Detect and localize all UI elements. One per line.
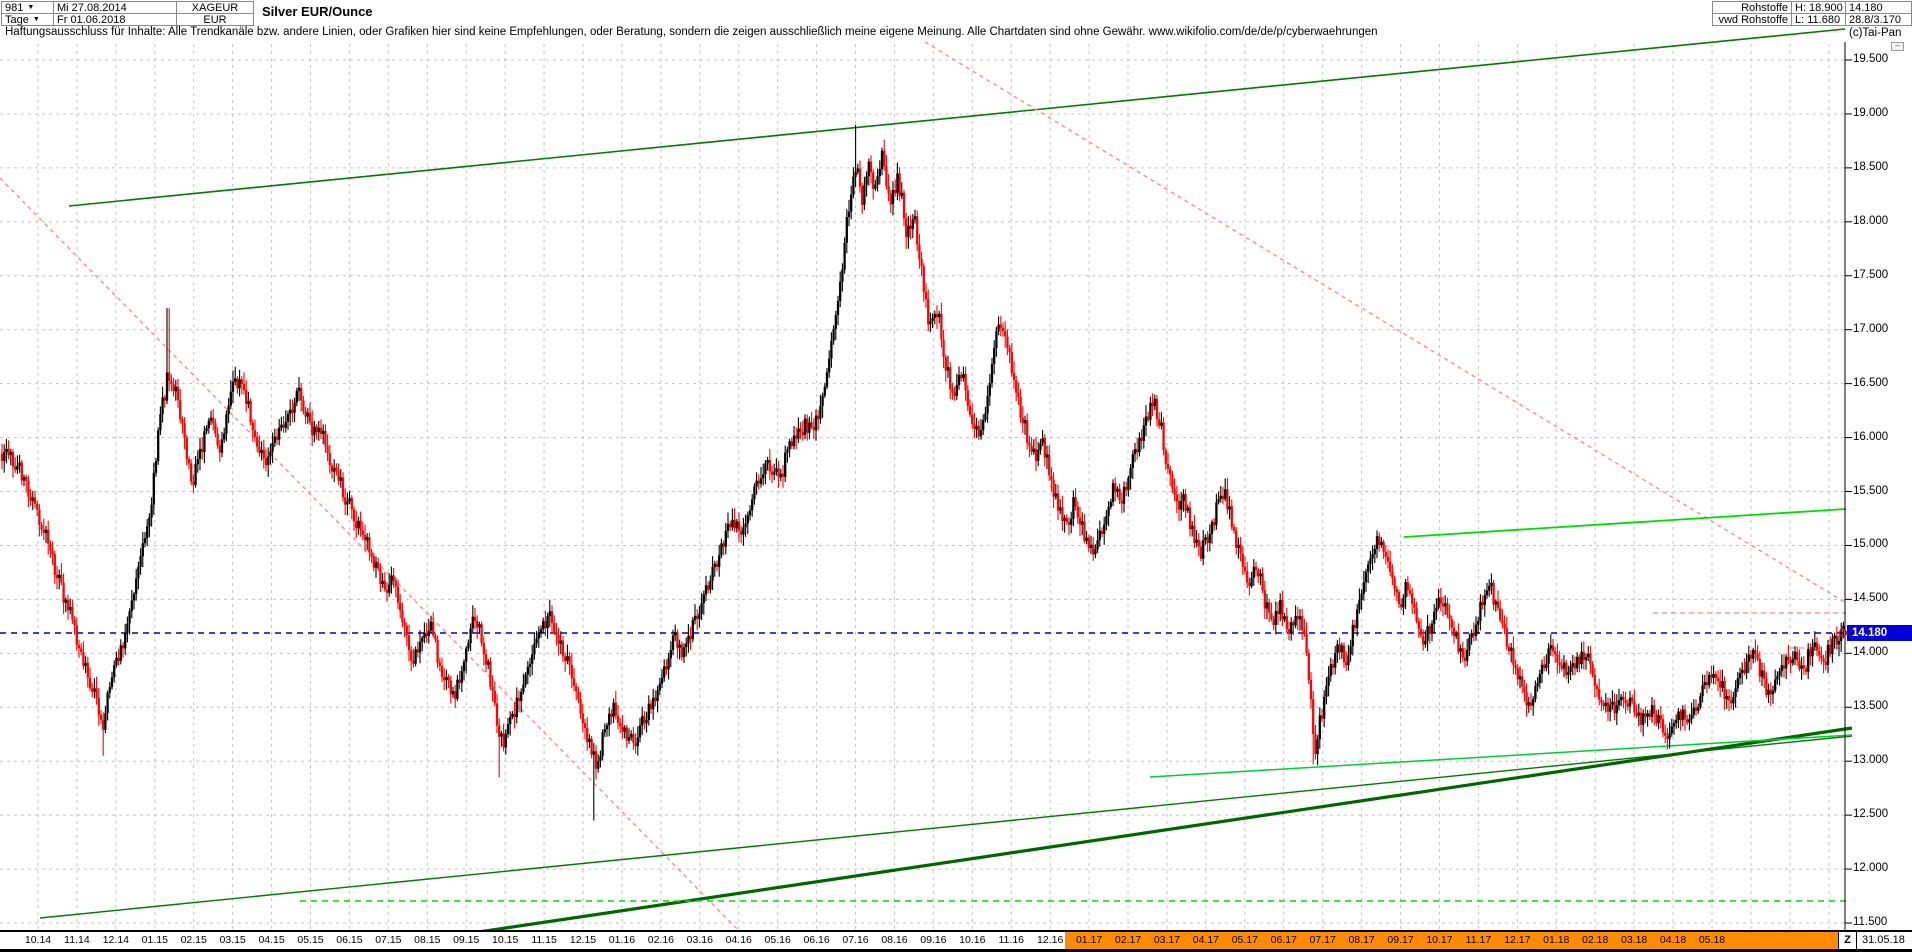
end-date-label: 31.05.18 (1862, 934, 1905, 946)
y-axis-label: 11.500 (1853, 916, 1888, 928)
price-chart[interactable] (0, 0, 1912, 952)
x-axis-label: 03.15 (219, 934, 246, 946)
x-axis-label: 06.15 (336, 934, 363, 946)
y-axis-label: 13.500 (1853, 700, 1889, 713)
y-axis-label: 19.500 (1853, 53, 1889, 65)
downtrend-line-1 (0, 177, 741, 933)
y-axis-label: 19.000 (1853, 106, 1889, 119)
x-axis-label: 04.17 (1192, 934, 1220, 946)
x-axis-label: 08.17 (1348, 934, 1375, 946)
x-axis-label: 09.16 (920, 934, 947, 946)
x-axis-label: 02.18 (1582, 934, 1609, 946)
lower-channel-thin (39, 735, 1853, 919)
x-axis-label: 10.15 (492, 934, 519, 946)
zoom-button[interactable]: Z (1838, 932, 1857, 949)
x-axis-label: 11.15 (531, 934, 557, 946)
last-price-tag: 14.180 (1847, 625, 1912, 641)
y-axis-label: 17.500 (1853, 268, 1889, 281)
x-axis-label: 09.17 (1387, 934, 1414, 946)
x-axis-label: 12.17 (1504, 934, 1531, 946)
x-axis-label: 09.15 (453, 934, 480, 946)
x-axis-label: 11.17 (1465, 934, 1492, 946)
x-axis-label: 05.15 (297, 934, 324, 946)
up-candle-wicks (3, 124, 1844, 821)
x-axis-label: 05.16 (764, 934, 791, 946)
x-axis-label: 07.16 (842, 934, 869, 946)
x-axis-label: 01.15 (141, 934, 168, 946)
y-axis-label: 14.500 (1853, 592, 1889, 605)
y-axis-label: 16.500 (1853, 376, 1889, 389)
x-axis-label: 01.18 (1543, 934, 1570, 946)
x-axis-label: 08.15 (414, 934, 441, 946)
x-axis-label: 12.14 (102, 934, 129, 946)
y-axis-label: 18.500 (1853, 160, 1889, 173)
x-axis: 10.14 11.14 12.14 01.15 02.15 03.15 04.15 05.15… (0, 932, 1912, 949)
x-axis-label: 05.18 (1698, 934, 1726, 946)
taipan-chart-window: 981 ▼ Tage ▼ Mi 27.08.2014 Fr 01.06.2018… (0, 0, 1912, 952)
x-axis-label: 04.15 (258, 934, 285, 946)
y-axis-label: 18.000 (1853, 214, 1889, 227)
up-candle-bodies (3, 150, 1845, 769)
x-axis-label: 02.17 (1114, 934, 1142, 946)
x-axis-label: 03.16 (686, 934, 713, 946)
x-axis-label: 12.16 (1037, 934, 1064, 946)
y-axis-label: 15.000 (1853, 538, 1889, 551)
y-axis-label: 12.500 (1853, 808, 1889, 821)
y-axis-label: 17.000 (1853, 322, 1889, 335)
x-axis-label: 10.14 (24, 934, 52, 946)
x-axis-label: 12.15 (569, 934, 597, 946)
x-axis-label: 10.17 (1426, 934, 1453, 946)
x-axis-label: 01.16 (608, 934, 636, 946)
x-axis-label: 11.14 (64, 934, 90, 946)
x-axis-label: 04.16 (725, 934, 752, 946)
y-axis-label: 13.000 (1853, 754, 1889, 767)
x-axis-label: 03.17 (1153, 934, 1181, 946)
y-axis-label: 15.500 (1853, 484, 1889, 497)
lower-channel-thick (464, 726, 1853, 936)
x-axis-label: 05.17 (1231, 934, 1258, 946)
x-axis-label: 02.16 (647, 934, 675, 946)
x-axis-label: 08.16 (881, 934, 908, 946)
x-axis-label: 06.17 (1270, 934, 1297, 946)
x-axis-label: 04.18 (1659, 934, 1687, 946)
x-axis-label: 10.16 (959, 934, 986, 946)
x-axis-label: 07.15 (375, 934, 402, 946)
y-axis-label: 12.000 (1853, 862, 1889, 875)
y-axis-label: 14.000 (1853, 646, 1889, 659)
upper-channel-line (68, 28, 1846, 207)
y-axis-label: 16.000 (1853, 430, 1889, 443)
x-axis-label: 01.17 (1075, 934, 1103, 946)
minor-resistance-green (1403, 508, 1847, 538)
x-axis-label: 11.16 (998, 934, 1025, 946)
x-axis-label: 07.17 (1309, 934, 1336, 946)
x-axis-label: 06.16 (803, 934, 830, 946)
x-axis-label: 02.15 (180, 934, 207, 946)
x-axis-label: 03.18 (1620, 934, 1648, 946)
